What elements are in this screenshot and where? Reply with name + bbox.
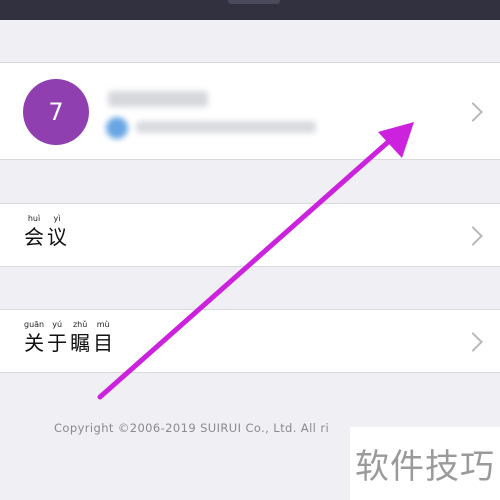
pinyin: guān bbox=[24, 320, 45, 329]
watermark: 软件技巧 bbox=[350, 427, 500, 500]
meeting-char: yì 议 bbox=[47, 214, 67, 250]
about-char: yú 于 bbox=[47, 320, 67, 356]
copyright-text: Copyright ©2006-2019 SUIRUI Co., Ltd. Al… bbox=[54, 421, 330, 435]
pinyin: mù bbox=[96, 320, 110, 329]
hanzi: 于 bbox=[47, 331, 68, 355]
blurred-name bbox=[108, 91, 208, 107]
about-char: zhǔ 瞩 bbox=[70, 320, 90, 356]
hanzi: 会 bbox=[24, 225, 44, 249]
about-char: mù 目 bbox=[93, 320, 113, 356]
blurred-detail bbox=[136, 121, 316, 133]
meeting-label: huì 会 yì 议 bbox=[24, 214, 70, 250]
pinyin: yì bbox=[53, 214, 61, 223]
menu-item-meeting[interactable]: huì 会 yì 议 bbox=[0, 203, 500, 267]
hanzi: 目 bbox=[93, 331, 114, 355]
hanzi: 议 bbox=[47, 225, 67, 249]
meeting-char: huì 会 bbox=[24, 214, 44, 250]
top-bar bbox=[0, 0, 500, 20]
pinyin: huì bbox=[27, 214, 41, 223]
about-char: guān 关 bbox=[24, 320, 44, 356]
blurred-status-icon bbox=[106, 117, 128, 139]
hanzi: 关 bbox=[24, 331, 45, 355]
menu-item-about[interactable]: guān 关 yú 于 zhǔ 瞩 mù 目 bbox=[0, 309, 500, 373]
hanzi: 瞩 bbox=[70, 331, 91, 355]
chevron-right-icon bbox=[463, 226, 483, 246]
chevron-right-icon bbox=[463, 102, 483, 122]
profile-row[interactable]: 7 bbox=[0, 62, 500, 160]
avatar: 7 bbox=[23, 79, 89, 145]
pinyin: yú bbox=[52, 320, 63, 329]
chevron-right-icon bbox=[463, 332, 483, 352]
about-label: guān 关 yú 于 zhǔ 瞩 mù 目 bbox=[24, 320, 116, 356]
top-bar-notch bbox=[228, 0, 280, 4]
pinyin: zhǔ bbox=[72, 320, 88, 329]
